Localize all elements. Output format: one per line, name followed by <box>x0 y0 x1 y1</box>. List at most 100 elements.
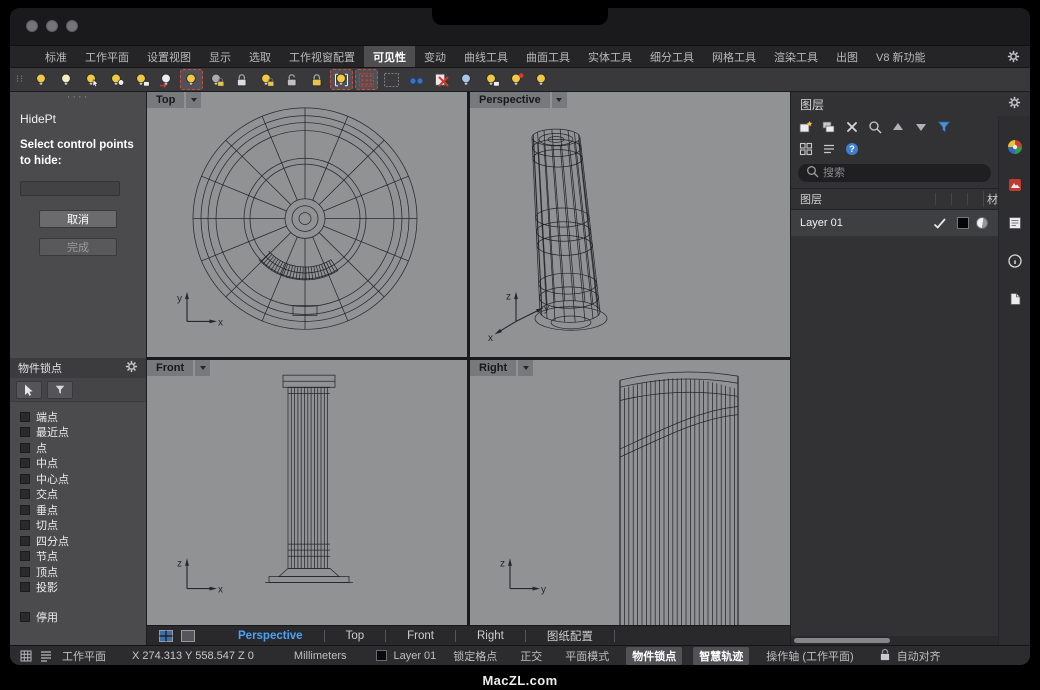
chevron-down-icon[interactable] <box>195 360 210 376</box>
lock-closed-icon[interactable] <box>230 69 253 90</box>
current-layer-check-icon[interactable] <box>928 216 950 230</box>
menu-tab-实体工具[interactable]: 实体工具 <box>579 46 641 67</box>
move-up-icon[interactable] <box>888 118 908 136</box>
clip-glasses-icon[interactable] <box>405 69 428 90</box>
help-icon[interactable]: ? <box>842 140 862 158</box>
osnap-item-顶点[interactable]: 顶点 <box>20 564 136 580</box>
bulb-on-icon[interactable] <box>30 69 53 90</box>
toolbar-grip[interactable]: ⁝⁝ <box>16 74 24 85</box>
osnap-item-端点[interactable]: 端点 <box>20 409 136 425</box>
bulb-layer-icon[interactable] <box>480 69 503 90</box>
osnap-item-中点[interactable]: 中点 <box>20 456 136 472</box>
info-icon[interactable] <box>1006 252 1024 270</box>
panel-drag-handle[interactable]: ···· <box>10 92 146 106</box>
bulb-selected-icon[interactable] <box>180 69 203 90</box>
viewport-tab-图纸配置[interactable]: 图纸配置 <box>526 628 614 644</box>
done-button[interactable]: 完成 <box>39 238 117 256</box>
materials-icon[interactable] <box>1006 176 1024 194</box>
move-down-icon[interactable] <box>911 118 931 136</box>
status-toggle-物件锁点[interactable]: 物件锁点 <box>626 647 682 665</box>
menu-tab-可见性[interactable]: 可见性 <box>364 46 415 67</box>
clip-bulb-icon[interactable] <box>455 69 478 90</box>
status-toggle-自动对齐[interactable]: 自动对齐 <box>871 646 947 666</box>
viewport-tab-Front[interactable]: Front <box>386 630 455 642</box>
close-button[interactable] <box>26 20 38 32</box>
status-toggle-锁定格点[interactable]: 锁定格点 <box>447 647 503 665</box>
horizontal-scrollbar[interactable] <box>791 636 998 645</box>
osnap-disable-checkbox[interactable] <box>20 612 30 622</box>
osnap-filter-icon[interactable] <box>47 381 73 399</box>
cplane-button[interactable]: 工作平面 <box>62 648 106 664</box>
match-layer-icon[interactable] <box>865 118 885 136</box>
new-layer-icon[interactable] <box>796 118 816 136</box>
properties-icon[interactable] <box>1006 214 1024 232</box>
osnap-checkbox-顶点[interactable] <box>20 567 30 577</box>
bulb-all-icon[interactable] <box>530 69 553 90</box>
osnap-item-投影[interactable]: 投影 <box>20 580 136 596</box>
osnap-item-切点[interactable]: 切点 <box>20 518 136 534</box>
status-toggle-平面模式[interactable]: 平面模式 <box>559 647 615 665</box>
minimize-button[interactable] <box>46 20 58 32</box>
layer-search-box[interactable] <box>798 164 991 182</box>
bulb-lock-gray-icon[interactable] <box>205 69 228 90</box>
points-icon[interactable] <box>380 69 403 90</box>
points-selected-icon[interactable] <box>355 69 378 90</box>
menu-tab-显示[interactable]: 显示 <box>200 46 240 67</box>
bulb-pair-icon[interactable] <box>105 69 128 90</box>
notes-icon[interactable] <box>1006 290 1024 308</box>
lock-key-icon[interactable] <box>305 69 328 90</box>
viewport-right[interactable]: zy Right <box>470 360 790 625</box>
osnap-item-四分点[interactable]: 四分点 <box>20 533 136 549</box>
viewport-tab-Right[interactable]: Right <box>456 630 525 642</box>
layer-color-swatch[interactable] <box>957 217 969 229</box>
filter-funnel-icon[interactable] <box>934 118 954 136</box>
viewport-front-title[interactable]: Front <box>147 360 193 376</box>
viewport-tab-Perspective[interactable]: Perspective <box>217 630 324 642</box>
status-toggle-正交[interactable]: 正交 <box>514 647 548 665</box>
osnap-item-垂点[interactable]: 垂点 <box>20 502 136 518</box>
chevron-down-icon[interactable] <box>518 360 533 376</box>
menu-tab-网格工具[interactable]: 网格工具 <box>703 46 765 67</box>
column-material[interactable]: 材 <box>983 191 998 207</box>
scrollbar-thumb[interactable] <box>794 638 890 643</box>
chevron-down-icon[interactable] <box>552 92 567 108</box>
settings-gear-icon[interactable] <box>1007 46 1020 67</box>
menu-tab-渲染工具[interactable]: 渲染工具 <box>765 46 827 67</box>
active-layer-button[interactable]: Layer 01 <box>376 650 436 662</box>
menu-tab-设置视图[interactable]: 设置视图 <box>138 46 200 67</box>
osnap-checkbox-最近点[interactable] <box>20 427 30 437</box>
menu-tab-细分工具[interactable]: 细分工具 <box>641 46 703 67</box>
delete-layer-icon[interactable] <box>842 118 862 136</box>
clip-red-x-icon[interactable] <box>430 69 453 90</box>
bulb-pointer-icon[interactable] <box>80 69 103 90</box>
osnap-gear-icon[interactable] <box>125 360 138 376</box>
status-toggle-智慧轨迹[interactable]: 智慧轨迹 <box>693 647 749 665</box>
osnap-item-disable[interactable]: 停用 <box>20 609 146 625</box>
viewport-perspective[interactable]: zyx Perspective <box>470 92 790 357</box>
menu-tab-曲面工具[interactable]: 曲面工具 <box>517 46 579 67</box>
cancel-button[interactable]: 取消 <box>39 210 117 228</box>
menu-tab-曲线工具[interactable]: 曲线工具 <box>455 46 517 67</box>
viewport-top-title[interactable]: Top <box>147 92 184 108</box>
units-button[interactable]: Millimeters <box>294 650 347 662</box>
osnap-item-点[interactable]: 点 <box>20 440 136 456</box>
list-menu-icon[interactable] <box>819 140 839 158</box>
bulb-badge-icon[interactable] <box>130 69 153 90</box>
layer-material-icon[interactable] <box>976 217 988 229</box>
osnap-item-节点[interactable]: 节点 <box>20 549 136 565</box>
status-toggle-操作轴 (工作平面)[interactable]: 操作轴 (工作平面) <box>760 647 859 665</box>
viewport-tab-Top[interactable]: Top <box>325 630 386 642</box>
osnap-checkbox-中点[interactable] <box>20 458 30 468</box>
menu-tab-出图[interactable]: 出图 <box>827 46 867 67</box>
viewport-perspective-title[interactable]: Perspective <box>470 92 550 108</box>
menu-tab-标准[interactable]: 标准 <box>36 46 76 67</box>
osnap-checkbox-垂点[interactable] <box>20 505 30 515</box>
menu-tab-V8 新功能[interactable]: V8 新功能 <box>867 46 935 67</box>
osnap-checkbox-四分点[interactable] <box>20 536 30 546</box>
osnap-checkbox-切点[interactable] <box>20 520 30 530</box>
osnap-checkbox-交点[interactable] <box>20 489 30 499</box>
command-input[interactable] <box>20 181 120 196</box>
bulb-object-icon[interactable] <box>505 69 528 90</box>
lock-open-icon[interactable] <box>280 69 303 90</box>
menu-tab-变动[interactable]: 变动 <box>415 46 455 67</box>
